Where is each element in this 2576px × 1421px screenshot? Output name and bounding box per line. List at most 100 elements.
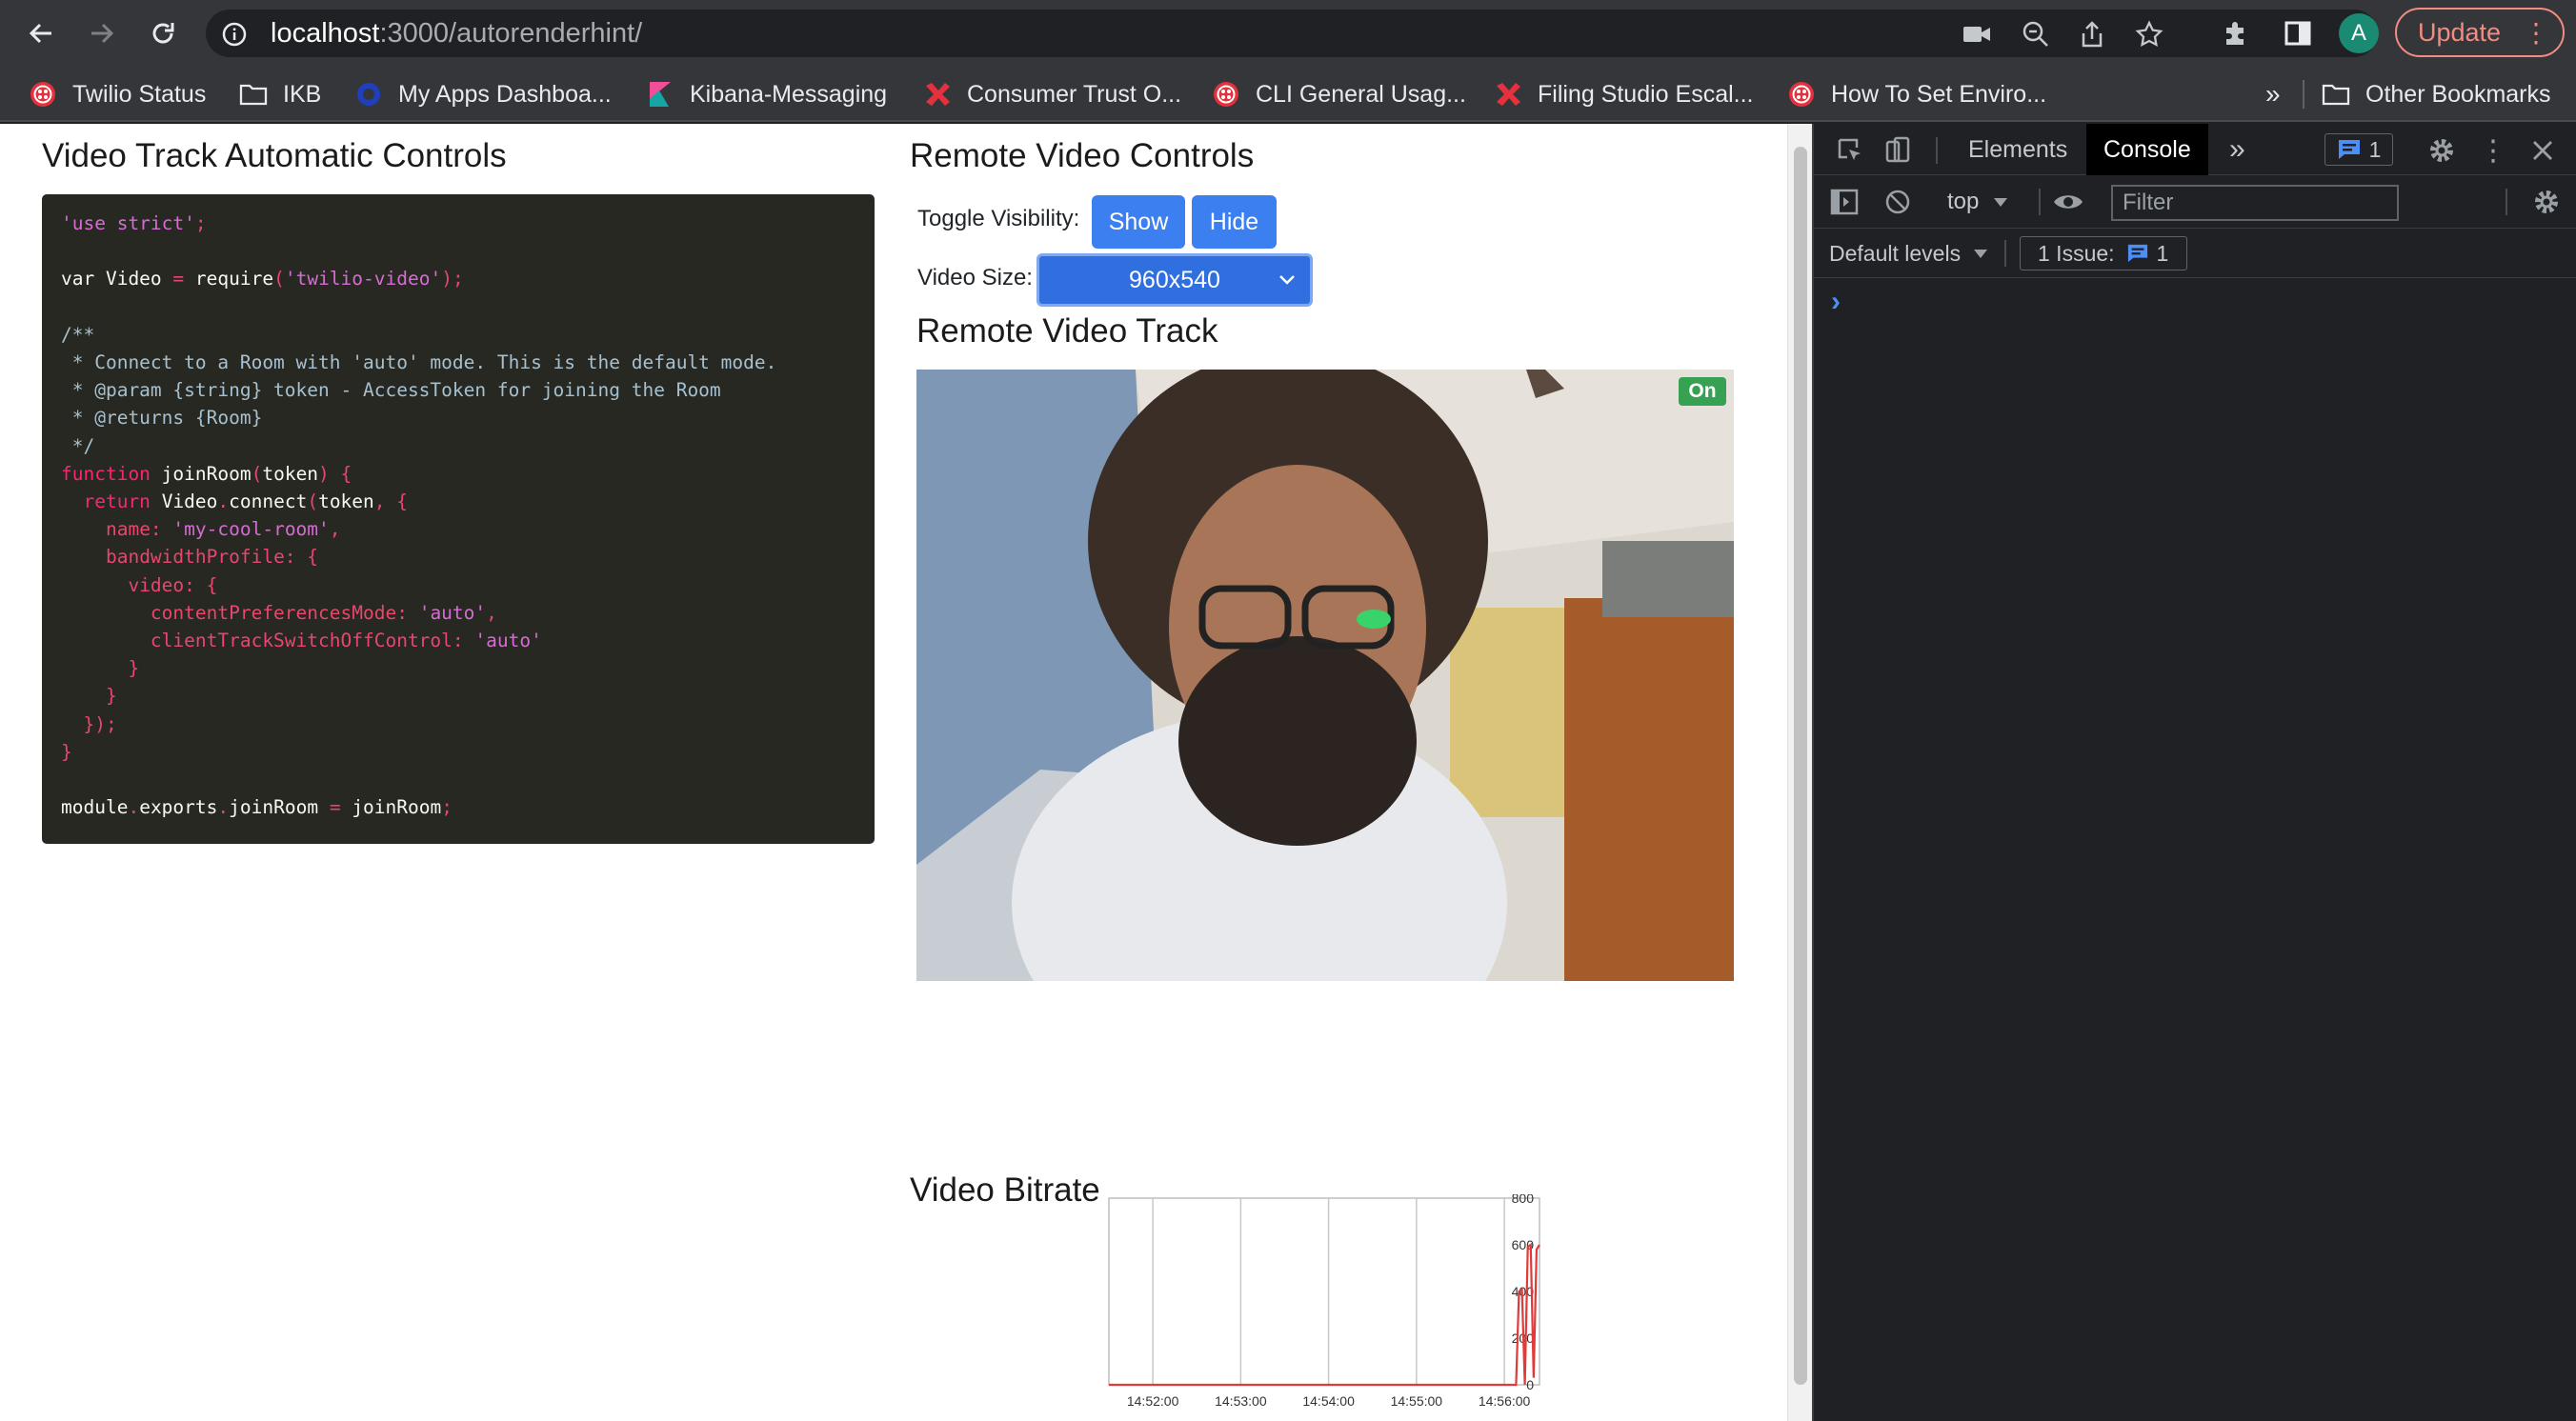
- tab-elements[interactable]: Elements: [1968, 124, 2067, 175]
- chart-x-tick-label: 14:54:00: [1302, 1393, 1355, 1409]
- other-bookmarks-label: Other Bookmarks: [2365, 80, 2551, 108]
- issues-count: 1: [2368, 136, 2382, 162]
- page-content: Video Track Automatic Controls 'use stri…: [0, 124, 1787, 1421]
- bookmark-consumer-trust[interactable]: Consumer Trust O...: [923, 78, 1181, 110]
- bookmarks-bar: Twilio Status IKB My Apps Dashboa... Kib…: [0, 67, 2576, 122]
- bookmark-twilio-status[interactable]: Twilio Status: [29, 78, 206, 110]
- bookmark-label: My Apps Dashboa...: [398, 80, 612, 108]
- clear-console-icon[interactable]: [1882, 187, 1913, 217]
- code-snippet: 'use strict'; var Video = require('twili…: [61, 212, 777, 819]
- toggle-visibility-label: Toggle Visibility:: [917, 206, 1080, 231]
- forward-button[interactable]: [78, 10, 126, 57]
- issues-counter[interactable]: 1: [2324, 133, 2393, 166]
- chart-x-tick-label: 14:52:00: [1127, 1393, 1179, 1409]
- tab-console[interactable]: Console: [2086, 124, 2208, 175]
- live-expression-eye-icon[interactable]: [2050, 187, 2086, 217]
- folder-icon: [239, 80, 268, 109]
- bookmark-label: IKB: [283, 80, 322, 108]
- bookmark-star-icon[interactable]: [2133, 18, 2165, 50]
- bookmark-my-apps[interactable]: My Apps Dashboa...: [354, 78, 612, 110]
- chart-plot-area: [1108, 1197, 1540, 1386]
- address-bar[interactable]: localhost:3000/autorenderhint/: [206, 10, 2378, 57]
- bookmark-filing-studio[interactable]: Filing Studio Escal...: [1494, 78, 1754, 110]
- menu-dots-icon: ⋮: [2523, 18, 2549, 48]
- url-host: localhost: [271, 18, 380, 49]
- console-toolbar: top Filter: [1814, 175, 2576, 229]
- issue-count: 1: [2156, 240, 2169, 266]
- remote-video[interactable]: [916, 370, 1734, 981]
- bookmark-kibana[interactable]: Kibana-Messaging: [646, 78, 887, 110]
- video-size-select[interactable]: 960x540: [1036, 253, 1313, 307]
- url-path: :3000/autorenderhint/: [379, 18, 643, 49]
- profile-avatar[interactable]: A: [2339, 13, 2379, 53]
- issue-label: 1 Issue:: [2038, 240, 2115, 266]
- video-bitrate-title: Video Bitrate: [910, 1171, 1100, 1209]
- remote-track-title: Remote Video Track: [916, 312, 1218, 350]
- page-scrollbar[interactable]: [1787, 124, 1812, 1421]
- folder-icon: [2322, 80, 2350, 109]
- console-prompt[interactable]: ›: [1831, 286, 1841, 318]
- inspect-element-icon[interactable]: [1835, 135, 1865, 166]
- chart-y-tick-label: 800: [1512, 1194, 1535, 1206]
- context-selector[interactable]: top: [1947, 185, 2009, 219]
- more-tabs-chevron-icon[interactable]: »: [2229, 124, 2245, 175]
- zoom-icon[interactable]: [2020, 18, 2052, 50]
- wrench-icon: [1494, 80, 1522, 109]
- chevron-down-icon: [1279, 275, 1295, 285]
- sidebar-toggle-icon[interactable]: [1829, 187, 1860, 217]
- console-filter-input[interactable]: Filter: [2111, 185, 2399, 221]
- update-label: Update: [2418, 17, 2502, 47]
- close-devtools-icon[interactable]: [2526, 134, 2559, 167]
- message-icon: [2338, 140, 2360, 159]
- devtools-tabbar: Elements Console » 1 ⋮: [1814, 124, 2576, 175]
- reload-button[interactable]: [139, 10, 187, 57]
- caret-down-icon: [1994, 198, 2008, 207]
- bookmarks-divider: [2303, 80, 2304, 109]
- log-levels-dropdown[interactable]: Default levels: [1829, 236, 1989, 270]
- share-icon[interactable]: [2076, 18, 2108, 50]
- console-settings-gear-icon[interactable]: [2530, 186, 2563, 218]
- chart-x-tick-label: 14:53:00: [1215, 1393, 1267, 1409]
- other-bookmarks[interactable]: Other Bookmarks: [2322, 78, 2551, 110]
- bookmark-set-enviro[interactable]: How To Set Enviro...: [1787, 78, 2046, 110]
- scrollbar-thumb[interactable]: [1794, 147, 1807, 1385]
- remote-controls-title: Remote Video Controls: [910, 137, 1255, 174]
- video-size-value: 960x540: [1129, 266, 1220, 293]
- show-button[interactable]: Show: [1092, 195, 1185, 249]
- settings-gear-icon[interactable]: [2425, 134, 2458, 167]
- bookmark-label: How To Set Enviro...: [1831, 80, 2047, 108]
- bitrate-chart: 14:52:00 14:53:00 14:54:00 14:55:00 14:56:00…: [1108, 1194, 1540, 1409]
- extensions-icon[interactable]: [2216, 13, 2256, 53]
- kebab-menu-icon[interactable]: ⋮: [2477, 134, 2509, 167]
- back-arrow-icon: [29, 23, 51, 44]
- twilio-icon: [1212, 80, 1240, 109]
- message-icon: [2127, 244, 2147, 263]
- device-toolbar-icon[interactable]: [1882, 135, 1913, 166]
- url-text: localhost:3000/autorenderhint/: [271, 18, 642, 50]
- issues-button[interactable]: 1 Issue: 1: [2020, 236, 2187, 270]
- toolbar-divider: [2039, 189, 2041, 215]
- update-button[interactable]: Update ⋮: [2395, 8, 2565, 57]
- bookmark-cli-usage[interactable]: CLI General Usag...: [1212, 78, 1466, 110]
- hide-button[interactable]: Hide: [1192, 195, 1277, 249]
- toolbar-divider: [2506, 189, 2507, 215]
- twilio-icon: [1787, 80, 1816, 109]
- camera-icon[interactable]: [1961, 18, 1993, 50]
- on-status-badge: On: [1679, 377, 1726, 406]
- chart-x-tick-label: 14:56:00: [1479, 1393, 1531, 1409]
- code-section-title: Video Track Automatic Controls: [42, 137, 507, 174]
- bookmark-ikb[interactable]: IKB: [239, 78, 321, 110]
- bookmark-label: Filing Studio Escal...: [1538, 80, 1754, 108]
- bookmark-label: Consumer Trust O...: [967, 80, 1182, 108]
- okta-icon: [354, 80, 383, 109]
- tab-divider: [1936, 137, 1938, 164]
- back-button[interactable]: [17, 10, 65, 57]
- bookmark-label: CLI General Usag...: [1256, 80, 1466, 108]
- wrench-icon: [923, 80, 952, 109]
- more-bookmarks-chevron[interactable]: »: [2265, 78, 2281, 110]
- side-panel-icon[interactable]: [2278, 13, 2318, 53]
- chart-y-tick-label: 0: [1526, 1377, 1534, 1392]
- info-icon[interactable]: [222, 22, 247, 47]
- kibana-icon: [646, 80, 674, 109]
- browser-toolbar: localhost:3000/autorenderhint/ A Update …: [0, 0, 2576, 67]
